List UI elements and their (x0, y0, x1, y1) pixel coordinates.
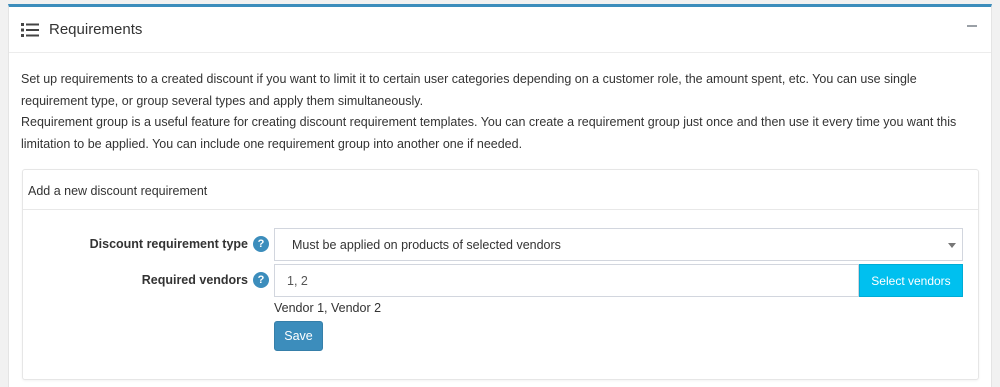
minus-icon[interactable] (967, 25, 977, 27)
description-line: Set up requirements to a created discoun… (21, 72, 917, 86)
selected-vendor-names: Vendor 1, Vendor 2 (274, 301, 382, 315)
requirement-type-value: Must be applied on products of selected … (292, 238, 561, 252)
requirements-panel: Requirements Set up requirements to a cr… (8, 4, 992, 387)
requirement-type-label: Discount requirement type (89, 237, 248, 251)
required-vendors-label: Required vendors (141, 273, 248, 287)
save-button[interactable]: Save (274, 321, 323, 351)
description-line: limitation to be applied. You can includ… (21, 136, 523, 151)
list-icon (21, 22, 39, 37)
panel-header: Requirements (9, 7, 991, 53)
card-title: Add a new discount requirement (23, 170, 978, 210)
description: Set up requirements to a created discoun… (21, 69, 979, 155)
help-icon[interactable]: ? (253, 272, 269, 288)
description-line: Requirement group is a useful feature fo… (21, 115, 957, 129)
required-vendors-input[interactable]: 1, 2 (274, 264, 859, 297)
help-icon[interactable]: ? (253, 236, 269, 252)
add-requirement-card: Add a new discount requirement Discount … (22, 169, 979, 380)
requirement-type-label-row: Discount requirement type ? (23, 236, 269, 252)
required-vendors-label-row: Required vendors ? (23, 272, 269, 288)
select-vendors-button[interactable]: Select vendors (859, 264, 963, 297)
panel-title: Requirements (49, 21, 143, 38)
description-line: requirement type, or group several types… (21, 93, 424, 108)
caret-down-icon (948, 243, 956, 248)
panel-body: Set up requirements to a created discoun… (9, 53, 991, 155)
requirement-type-select[interactable]: Must be applied on products of selected … (274, 228, 963, 261)
